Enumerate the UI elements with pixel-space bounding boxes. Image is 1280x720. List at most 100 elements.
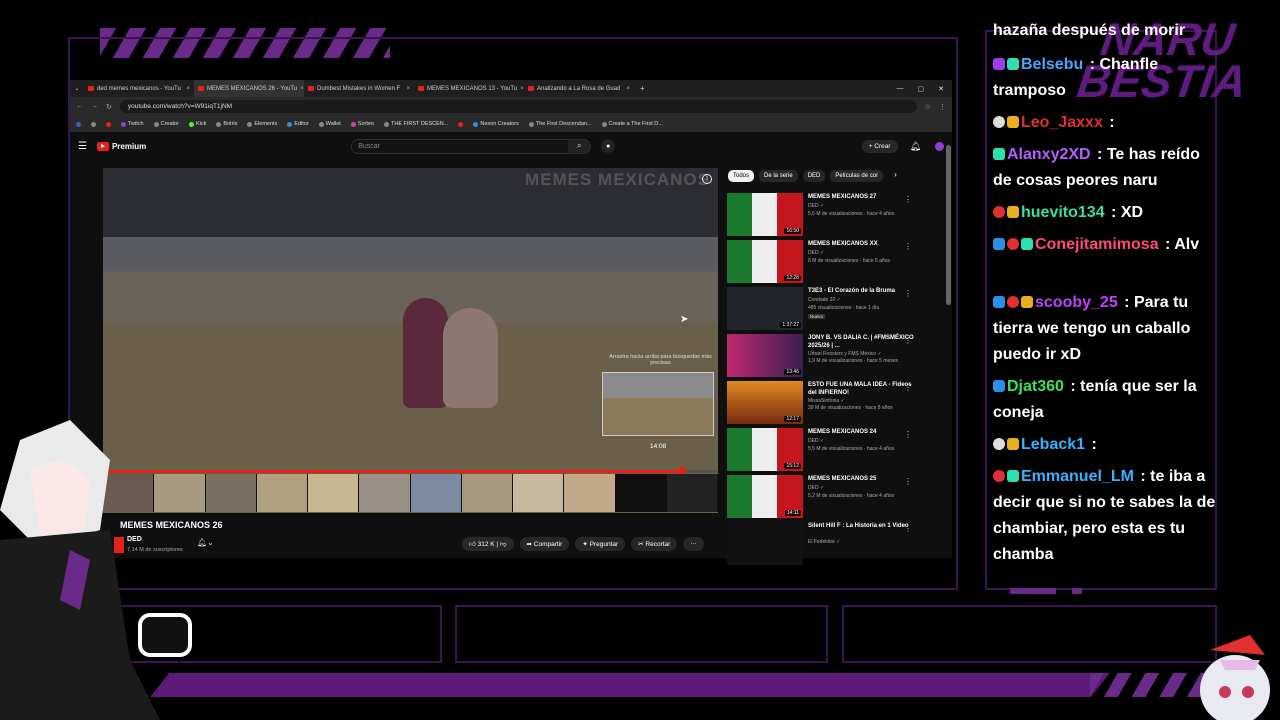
new-tab-button[interactable]: + (634, 84, 651, 93)
chat-username[interactable]: Alanxy2XD (1007, 146, 1091, 163)
recommendation-channel[interactable]: Condado 20 ✓ (808, 297, 841, 303)
browser-tab-3[interactable]: Dumbest Mistakes in Women F × (304, 80, 414, 97)
minimize-icon[interactable]: — (897, 85, 904, 93)
recommendation-title[interactable]: MEMES MEXICANOS 27 (808, 194, 918, 202)
notifications-bell-icon[interactable]: 🔔︎ (910, 141, 921, 152)
recommendation-channel[interactable]: DED ✓ (808, 203, 824, 209)
bookmark-item[interactable]: Elements (247, 121, 277, 127)
clip-button[interactable]: ✂ Recortar (631, 537, 678, 551)
chip-series[interactable]: De la serie (759, 170, 798, 182)
video-thumbnail[interactable]: 12:28 (727, 240, 803, 283)
recommendation-item[interactable]: 1:37:27 T3E3 - El Corazón de la Bruma Cond… (727, 287, 942, 333)
recommendation-channel[interactable]: MissaSinfonia ✓ (808, 398, 845, 404)
bookmark-item[interactable]: Twitch (121, 121, 144, 127)
chat-username[interactable]: Djat360 (1007, 378, 1064, 395)
bookmark-star-icon[interactable]: ☆ (925, 103, 931, 111)
browser-menu-icon[interactable]: ⋮ (939, 103, 946, 111)
bookmark-item[interactable]: Kick (188, 121, 206, 127)
bookmark-item[interactable] (458, 121, 464, 127)
browser-tab-2[interactable]: MEMES MEXICANOS 26 - YouTu × (194, 80, 304, 97)
bookmark-item[interactable]: Sorteo (350, 121, 374, 127)
more-options-icon[interactable]: ⋮ (904, 195, 912, 204)
chat-username[interactable]: huevito134 (1021, 204, 1105, 221)
search-icon[interactable]: ⌕ (568, 139, 591, 153)
forward-icon[interactable]: → (91, 103, 98, 110)
microphone-icon[interactable]: ● (601, 139, 616, 153)
close-tab-icon[interactable]: × (626, 86, 630, 92)
reload-icon[interactable]: ↻ (106, 103, 112, 111)
video-thumbnail[interactable]: 14:11 (727, 475, 803, 518)
more-actions-button[interactable]: ··· (683, 537, 704, 551)
search-input[interactable]: Buscar ⌕ (351, 138, 592, 154)
info-icon[interactable]: i (702, 174, 712, 184)
bookmark-item[interactable]: Creator (153, 121, 179, 127)
recommendation-channel[interactable]: DED ✓ (808, 485, 824, 491)
bookmark-item[interactable]: Wallet (318, 121, 341, 127)
youtube-logo[interactable]: Premium (96, 141, 146, 151)
recommendation-title[interactable]: ESTO FUE UNA MALA IDEA - Fideos del INFI… (808, 382, 918, 397)
chip-all[interactable]: Todos (728, 170, 755, 182)
recommendation-item[interactable]: 15:12 MEMES MEXICANOS 24 DED ✓ 5,5 M de vis… (727, 428, 942, 474)
chip-channel[interactable]: DED (802, 170, 826, 182)
bookmark-item[interactable]: THE FIRST DESCEN... (384, 121, 448, 127)
browser-tab-1[interactable]: ded memes mexicanos - YouTu × (84, 80, 194, 97)
more-options-icon[interactable]: ⋮ (904, 430, 912, 439)
recommendation-channel[interactable]: El Fedelobo ✓ (808, 539, 840, 545)
bookmark-item[interactable]: Editor (287, 121, 309, 127)
close-tab-icon[interactable]: × (186, 86, 190, 92)
bookmark-youtube-icon[interactable] (106, 121, 111, 127)
video-thumbnail[interactable]: 12:17 (727, 381, 803, 424)
close-tab-icon[interactable]: × (406, 86, 410, 92)
more-options-icon[interactable]: ⋮ (904, 524, 912, 533)
browser-tab-4[interactable]: MEMES MEXICANOS 13 - YouTu × (414, 80, 524, 97)
share-button[interactable]: ➦ Compartir (519, 537, 570, 551)
chat-username[interactable]: Leo_Jaxxx (1021, 114, 1103, 131)
recommendation-item[interactable]: 16:50 MEMES MEXICANOS 27 DED ✓ 5,6 M de vis… (727, 193, 942, 239)
recommendation-channel[interactable]: Urban Roosters y FMS México ✓ (808, 351, 882, 357)
bookmark-item[interactable]: Botrix (216, 121, 237, 127)
bookmark-item[interactable]: Create a The First D... (601, 121, 663, 127)
video-thumbnail[interactable] (727, 522, 803, 565)
recommendation-title[interactable]: MEMES MEXICANOS 25 (808, 476, 918, 484)
video-thumbnail[interactable]: 15:12 (727, 428, 803, 471)
more-options-icon[interactable]: ⋮ (904, 289, 912, 298)
bookmark-item[interactable]: The First Descendan... (528, 121, 592, 127)
hamburger-menu-icon[interactable]: ☰ (78, 141, 87, 152)
chat-username[interactable]: Belsebu (1021, 56, 1083, 73)
video-thumbnail[interactable]: 13:46 (727, 334, 803, 377)
recommendation-title[interactable]: Silent Hill F : La Historia en 1 Video (808, 523, 918, 531)
bookmark-x-icon[interactable] (91, 121, 96, 127)
chat-username[interactable]: Conejitamimosa (1035, 236, 1159, 253)
more-options-icon[interactable]: ⋮ (904, 383, 912, 392)
recommendation-item[interactable]: 14:11 MEMES MEXICANOS 25 DED ✓ 5,2 M de vis… (727, 475, 942, 521)
recommendation-title[interactable]: JONY B. VS DALIA C. | #FMSMÉXICO 2025/26… (808, 335, 918, 350)
close-window-icon[interactable]: ✕ (938, 85, 944, 93)
chat-username[interactable]: Leback1 (1021, 436, 1085, 453)
video-thumbnail[interactable]: 16:50 (727, 193, 803, 236)
profile-avatar[interactable] (935, 141, 944, 151)
chevron-right-icon[interactable]: › (894, 170, 897, 182)
chip-movies[interactable]: Películas de cor (830, 170, 884, 182)
recommendation-item[interactable]: 12:17 ESTO FUE UNA MALA IDEA - Fideos del… (727, 381, 942, 427)
recommendation-title[interactable]: T3E3 - El Corazón de la Bruma (808, 288, 918, 296)
recommendation-title[interactable]: MEMES MEXICANOS 24 (808, 429, 918, 437)
more-options-icon[interactable]: ⋮ (904, 477, 912, 486)
url-input[interactable]: youtube.com/watch?v=W91iqT1jNM (119, 100, 917, 113)
recommendation-item[interactable]: Silent Hill F : La Historia en 1 Video El… (727, 522, 942, 568)
chat-username[interactable]: scooby_25 (1035, 294, 1118, 311)
recommendation-channel[interactable]: DED ✓ (808, 250, 824, 256)
browser-tab-5[interactable]: Analizando a La Rosa de Guad × (524, 80, 634, 97)
ask-button[interactable]: ✦ Preguntar (575, 537, 626, 551)
video-thumbnail[interactable]: 1:37:27 (727, 287, 803, 330)
like-button[interactable]: 👍︎ 312 K | 👎︎ (462, 537, 514, 551)
more-options-icon[interactable]: ⋮ (904, 336, 912, 345)
create-button[interactable]: + Crear (861, 139, 898, 153)
bookmark-facebook-icon[interactable] (76, 121, 81, 127)
chat-username[interactable]: Emmanuel_LM (1021, 468, 1134, 485)
recommendation-channel[interactable]: DED ✓ (808, 438, 824, 444)
recommendation-item[interactable]: 13:46 JONY B. VS DALIA C. | #FMSMÉXICO 20… (727, 334, 942, 380)
page-scrollbar[interactable] (946, 145, 951, 305)
recommendation-title[interactable]: MEMES MEXICANOS XX (808, 241, 918, 249)
recommendation-item[interactable]: 12:28 MEMES MEXICANOS XX DED ✓ 8 M de visua… (727, 240, 942, 286)
maximize-icon[interactable]: ▢ (918, 85, 925, 93)
